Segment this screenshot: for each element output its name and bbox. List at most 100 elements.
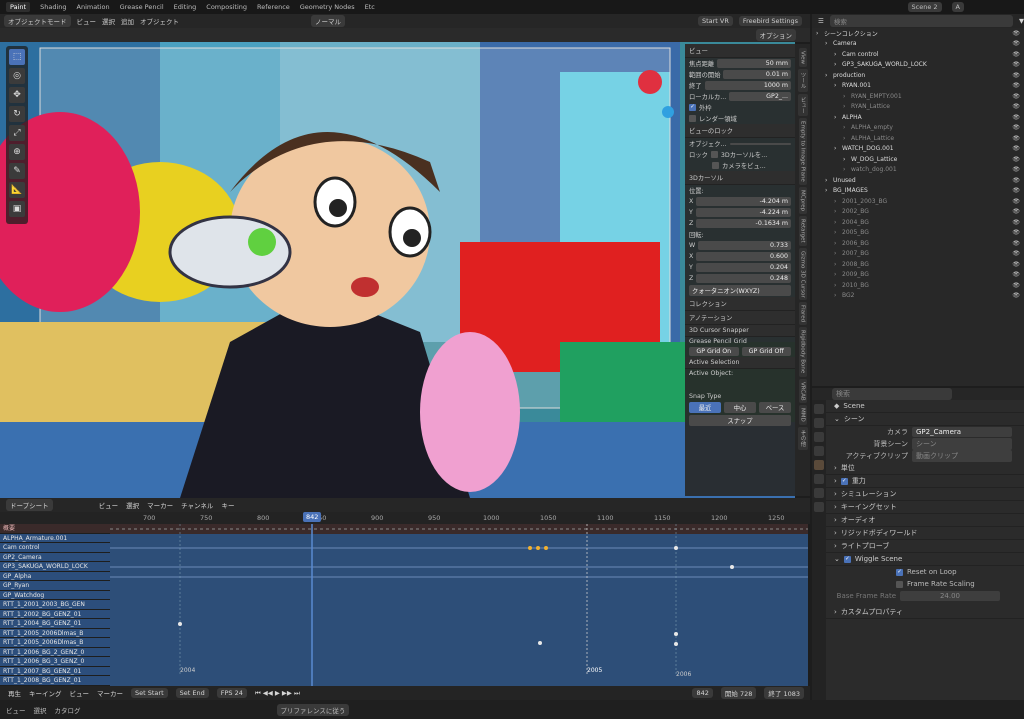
visibility-eye-icon[interactable]: 👁 <box>1000 145 1024 152</box>
playback-controls[interactable]: ⏮ ◀◀ ▶ ▶▶ ⏭ <box>255 689 300 698</box>
scene-panel-header[interactable]: ⌄ シーン <box>826 413 1024 426</box>
expand-arrow-icon[interactable]: › <box>843 156 851 163</box>
outliner-item[interactable]: › BG2 👁 <box>812 291 1024 302</box>
vtab-other[interactable]: その他 <box>797 427 808 450</box>
collection-section-header[interactable]: コレクション <box>685 297 795 311</box>
wiggle-checkbox[interactable]: ✓ <box>843 555 851 563</box>
lock-checkbox[interactable]: ✓ <box>689 104 696 111</box>
marker-2005[interactable]: 2005 <box>587 667 602 674</box>
outliner-item[interactable]: › 2004_BG 👁 <box>812 217 1024 228</box>
visibility-eye-icon[interactable]: 👁 <box>1000 219 1024 226</box>
visibility-eye-icon[interactable]: 👁 <box>1000 198 1024 205</box>
visibility-eye-icon[interactable]: 👁 <box>1000 61 1024 68</box>
vtab-retarget[interactable]: Retarget <box>798 215 807 246</box>
tab-grease-pencil[interactable]: Grease Pencil <box>120 3 164 11</box>
snap-closest-button[interactable]: 最近 <box>689 402 721 413</box>
outliner-item[interactable]: › ALPHA_Lattice 👁 <box>812 133 1024 144</box>
start-frame-field[interactable]: 開始 728 <box>720 687 757 699</box>
outliner-item[interactable]: › ALPHA 👁 <box>812 112 1024 123</box>
visibility-eye-icon[interactable]: 👁 <box>1000 208 1024 215</box>
rot-w-field[interactable]: 0.733 <box>698 241 791 250</box>
expand-arrow-icon[interactable]: › <box>825 40 833 47</box>
channel-row[interactable]: RTT_1_2005_2006Dlmas_B <box>0 638 110 648</box>
playback-menu[interactable]: 再生 <box>8 688 21 698</box>
menu-select[interactable]: 選択 <box>102 16 115 26</box>
expand-arrow-icon[interactable]: › <box>834 219 842 226</box>
outliner-item[interactable]: › RYAN_Lattice 👁 <box>812 102 1024 113</box>
vtab-mmd[interactable]: MMD <box>798 405 807 426</box>
outliner-item[interactable]: › WATCH_DOG.001 👁 <box>812 144 1024 155</box>
outliner-item[interactable]: › 2007_BG 👁 <box>812 249 1024 260</box>
outliner-item[interactable]: › W_DOG_Lattice 👁 <box>812 154 1024 165</box>
cursor-tool-icon[interactable]: ◎ <box>9 68 25 84</box>
timeline-marker-menu[interactable]: マーカー <box>97 688 123 698</box>
visibility-eye-icon[interactable]: 👁 <box>1000 187 1024 194</box>
outliner-editor-icon[interactable]: ☰ <box>818 17 824 25</box>
channel-row[interactable]: GP2_Camera <box>0 552 110 562</box>
visibility-eye-icon[interactable]: 👁 <box>1000 292 1024 299</box>
base-frame-rate-field[interactable]: 24.00 <box>900 591 1000 601</box>
summary-channel[interactable]: 概要 <box>0 524 110 534</box>
menu-object[interactable]: オブジェクト <box>140 16 179 26</box>
gp-grid-off-button[interactable]: GP Grid Off <box>741 347 791 356</box>
lock-cursor-checkbox[interactable] <box>710 151 718 158</box>
channel-row[interactable]: RTT_1_2002_BG_GENZ_01 <box>0 609 110 619</box>
mode-dropdown[interactable]: オブジェクトモード <box>4 15 71 27</box>
expand-arrow-icon[interactable]: › <box>834 229 842 236</box>
view-layer-tab-icon[interactable] <box>814 446 824 456</box>
cursor-snapper-header[interactable]: 3D Cursor Snapper <box>685 325 795 337</box>
tab-shading[interactable]: Shading <box>40 3 66 11</box>
snap-center-button[interactable]: 中心 <box>724 402 756 413</box>
rot-x-field[interactable]: 0.600 <box>696 252 791 261</box>
active-clip-field[interactable]: 動画クリップ <box>912 450 1012 462</box>
current-frame-field[interactable]: 842 <box>692 688 713 698</box>
output-tab-icon[interactable] <box>814 432 824 442</box>
timeline-view-menu[interactable]: ビュー <box>70 688 90 698</box>
editor-type-dropdown[interactable]: ドープシート <box>6 499 53 511</box>
keying-sets-panel[interactable]: › キーイングセット <box>826 501 1024 514</box>
visibility-eye-icon[interactable]: 👁 <box>1000 93 1024 100</box>
focal-length-field[interactable]: 50 mm <box>717 59 791 68</box>
channel-row[interactable]: RTT_1_2006_BG_3_GENZ_0 <box>0 657 110 667</box>
visibility-eye-icon[interactable]: 👁 <box>1000 177 1024 184</box>
select-tool-icon[interactable]: ⬚ <box>9 49 25 65</box>
cursor-x-field[interactable]: -4.204 m <box>696 197 791 206</box>
outliner-item[interactable]: › 2005_BG 👁 <box>812 228 1024 239</box>
keying-menu[interactable]: キーイング <box>29 688 62 698</box>
visibility-eye-icon[interactable]: 👁 <box>1000 166 1024 173</box>
expand-arrow-icon[interactable]: › <box>834 114 842 121</box>
add-cube-tool-icon[interactable]: ▣ <box>9 201 25 217</box>
collection-tab-icon[interactable] <box>814 488 824 498</box>
outliner-item[interactable]: › 2009_BG 👁 <box>812 270 1024 281</box>
tab-compositing[interactable]: Compositing <box>206 3 247 11</box>
tab-etc[interactable]: Etc <box>365 3 375 11</box>
channel-row[interactable]: GP3_SAKUGA_WORLD_LOCK <box>0 562 110 572</box>
snap-button[interactable]: スナップ <box>689 415 791 426</box>
status-select[interactable]: 選択 <box>34 705 47 715</box>
rigidbody-world-panel[interactable]: › リジッドボディワールド <box>826 527 1024 540</box>
cursor-z-field[interactable]: -0.1634 m <box>696 219 791 228</box>
3d-cursor-section-header[interactable]: 3Dカーソル <box>685 171 795 185</box>
view-lock-section-header[interactable]: ビューのロック <box>685 124 795 138</box>
vtab-view[interactable]: View <box>798 48 807 68</box>
scale-tool-icon[interactable]: ⤢ <box>9 125 25 141</box>
expand-arrow-icon[interactable]: › <box>825 72 833 79</box>
outliner-item[interactable]: › production 👁 <box>812 70 1024 81</box>
expand-arrow-icon[interactable]: › <box>825 187 833 194</box>
expand-arrow-icon[interactable]: › <box>834 250 842 257</box>
vtab-gizmo-cursor[interactable]: Gizmo 3D Cursor <box>798 247 807 301</box>
vtab-view-jp[interactable]: ビュー <box>797 93 808 117</box>
camera-field[interactable]: GP2_Camera <box>912 427 1012 437</box>
scene-tab-icon[interactable] <box>814 460 824 470</box>
outliner-item[interactable]: › シーンコレクション 👁 <box>812 28 1024 39</box>
current-frame-indicator[interactable]: 842 <box>303 512 322 522</box>
scene-selector[interactable]: Scene 2 <box>907 2 942 12</box>
rotate-tool-icon[interactable]: ↻ <box>9 106 25 122</box>
ds-menu-key[interactable]: キー <box>221 500 234 510</box>
outliner-item[interactable]: › 2008_BG 👁 <box>812 259 1024 270</box>
channel-row[interactable]: RTT_1_2007_BG_GENZ_01 <box>0 666 110 676</box>
tool-tab-icon[interactable] <box>814 404 824 414</box>
clip-start-field[interactable]: 0.01 m <box>723 70 791 79</box>
frame-ruler[interactable]: 700 750 800 850 900 950 1000 1050 1100 1… <box>0 512 810 524</box>
expand-arrow-icon[interactable]: › <box>834 240 842 247</box>
